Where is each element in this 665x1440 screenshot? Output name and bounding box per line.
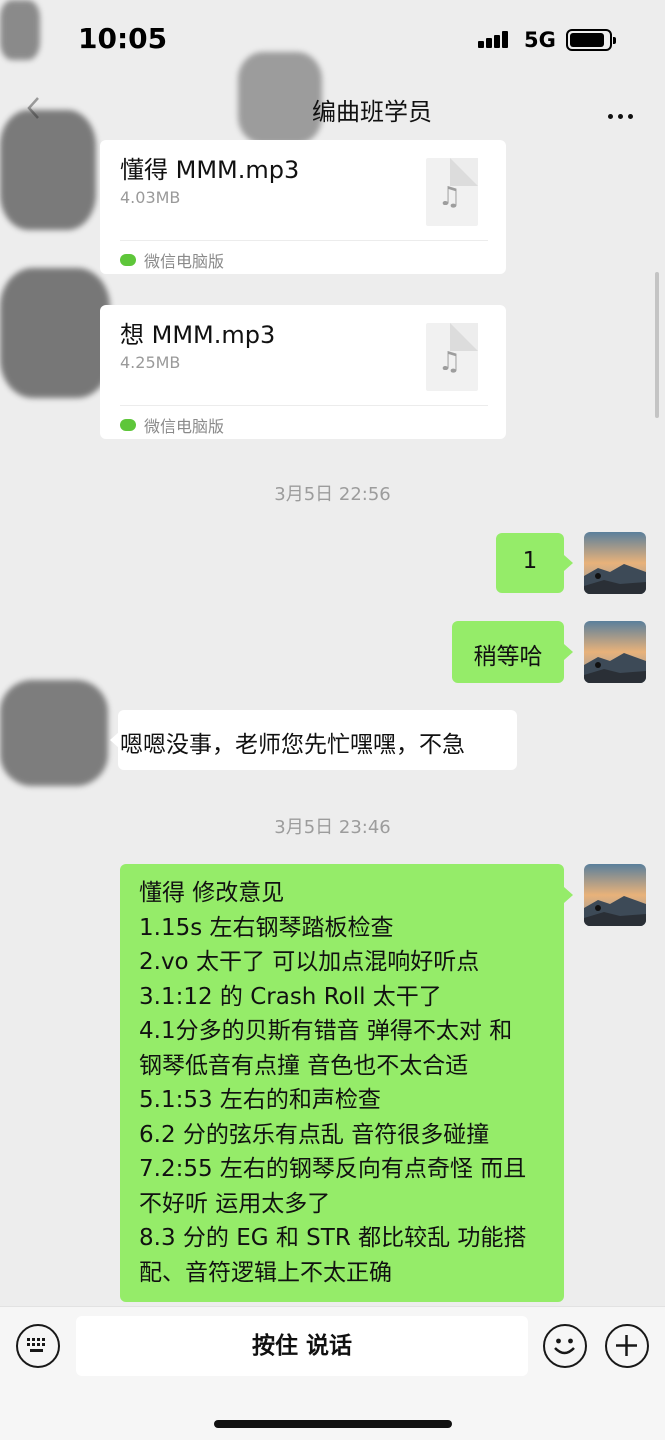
feedback-line: 1.15s 左右钢琴踏板检查 [139,914,394,941]
feedback-line: 2.vo 太干了 可以加点混响好听点 [139,949,480,975]
feedback-line: 配、音符逻辑上不太正确 [139,1259,392,1286]
message-text: 嗯嗯没事，老师您先忙嘿嘿，不急 [120,732,465,758]
bubble-tail [564,644,573,660]
file-size: 4.03MB [120,188,181,207]
redaction-smudge [0,110,96,230]
sent-message[interactable]: 稍等哈 [452,621,564,683]
bubble-tail [564,555,573,571]
redaction-smudge [0,680,108,786]
battery-icon [566,29,616,51]
hold-to-talk-button[interactable]: 按住 说话 [76,1316,528,1376]
avatar[interactable] [584,621,646,683]
file-source-label: 微信电脑版 [144,252,225,271]
more-dots-icon[interactable] [608,104,638,123]
home-indicator[interactable] [214,1420,452,1428]
message-text: 稍等哈 [473,644,543,670]
redaction-smudge [238,52,322,144]
plus-icon[interactable] [605,1324,649,1368]
file-name: 懂得 MMM.mp3 [120,156,300,184]
feedback-line: 钢琴低音有点撞 音色也不太合适 [139,1052,469,1079]
message-text: 1 [522,548,538,574]
feedback-line: 8.3 分的 EG 和 STR 都比较乱 功能搭 [139,1225,527,1251]
audio-file-icon: ♫ [426,158,478,226]
file-source-label: 微信电脑版 [144,417,225,436]
feedback-line: 懂得 修改意见 [139,880,285,906]
timestamp: 3月5日 23:46 [274,817,391,838]
file-message[interactable]: 想 MMM.mp3 4.25MB ♫ 微信电脑版 [100,305,506,439]
status-time: 10:05 [78,22,168,55]
scrollbar[interactable] [655,272,659,418]
avatar[interactable] [584,532,646,594]
feedback-line: 5.1:53 左右的和声检查 [139,1087,381,1113]
file-name: 想 MMM.mp3 [120,321,276,349]
redaction-smudge [0,268,110,398]
network-label: 5G [524,28,556,52]
sent-message[interactable]: 懂得 修改意见 1.15s 左右钢琴踏板检查 2.vo 太干了 可以加点混响好听… [120,864,564,1302]
feedback-line: 4.1分多的贝斯有错音 弹得不太对 和 [139,1018,513,1044]
divider [120,240,488,241]
wechat-icon [120,254,136,266]
audio-file-icon: ♫ [426,323,478,391]
signal-icon [478,30,514,48]
feedback-line: 不好听 运用太多了 [139,1190,331,1217]
chat-title: 编曲班学员 [312,98,432,126]
file-message[interactable]: 懂得 MMM.mp3 4.03MB ♫ 微信电脑版 [100,140,506,274]
wechat-icon [120,419,136,431]
file-size: 4.25MB [120,353,181,372]
avatar[interactable] [584,864,646,926]
redaction-smudge [0,0,40,60]
bubble-tail [564,887,573,903]
divider [120,405,488,406]
feedback-line: 6.2 分的弦乐有点乱 音符很多碰撞 [139,1121,490,1148]
file-source: 微信电脑版 [120,413,224,437]
timestamp: 3月5日 22:56 [274,484,391,505]
received-message[interactable]: 嗯嗯没事，老师您先忙嘿嘿，不急 [118,710,517,770]
file-source: 微信电脑版 [120,248,224,272]
feedback-line: 3.1:12 的 Crash Roll 太干了 [139,983,442,1010]
sent-message[interactable]: 1 [496,533,564,593]
keyboard-icon[interactable] [16,1324,60,1368]
feedback-line: 7.2:55 左右的钢琴反向有点奇怪 而且 [139,1156,527,1182]
feedback-text: 懂得 修改意见 1.15s 左右钢琴踏板检查 2.vo 太干了 可以加点混响好听… [139,876,526,1290]
emoji-icon[interactable] [543,1324,587,1368]
